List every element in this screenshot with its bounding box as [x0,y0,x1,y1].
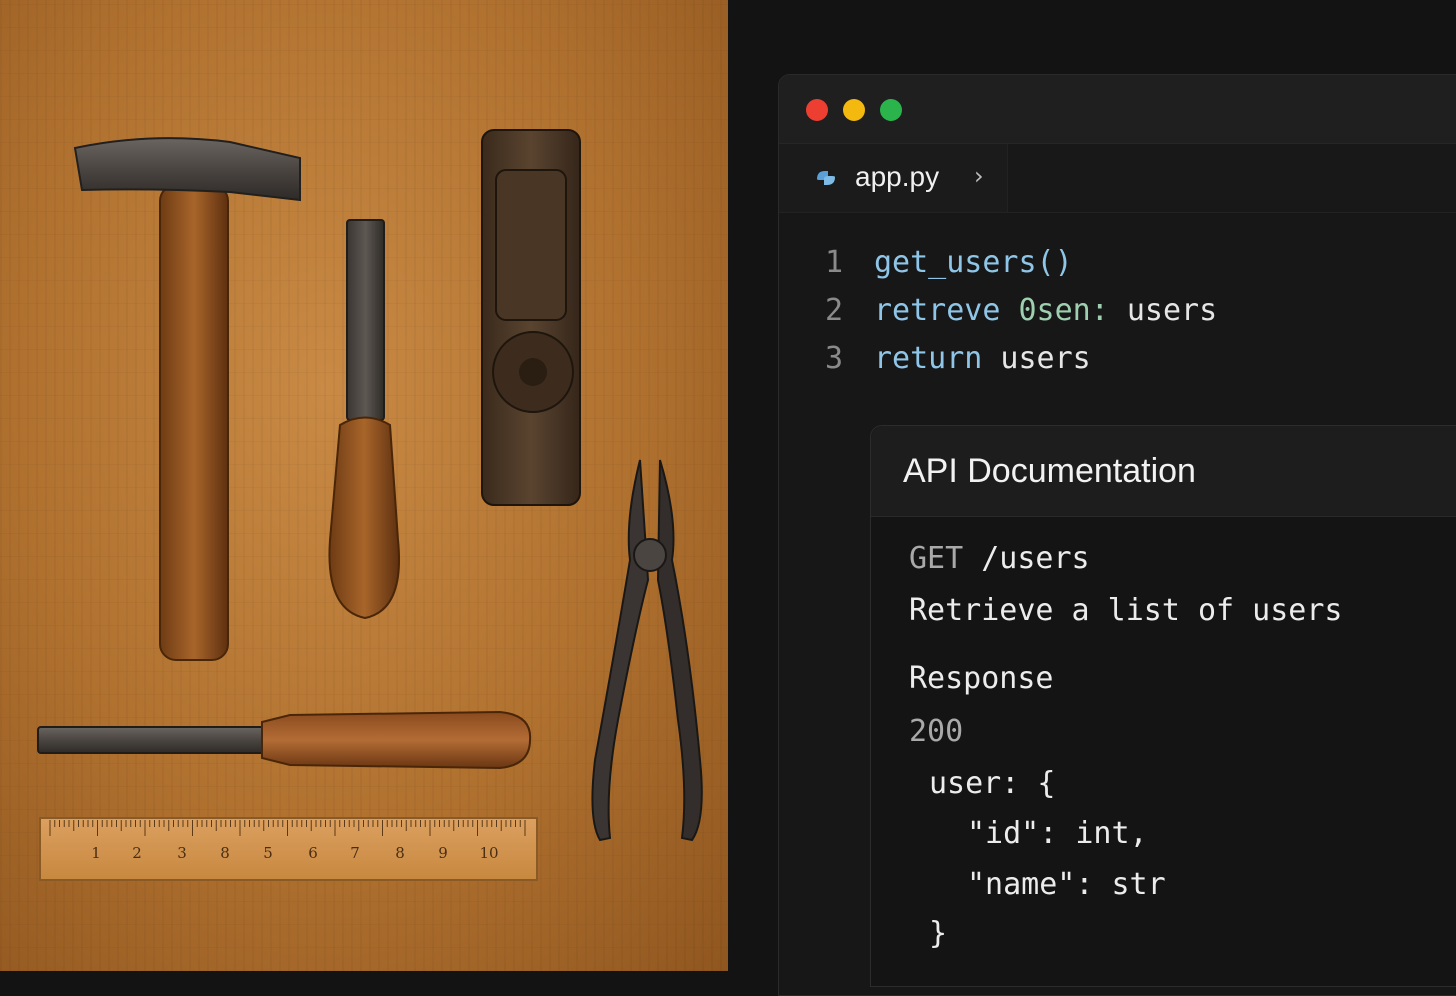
window-titlebar [779,75,1456,144]
endpoint-description: Retrieve a list of users [909,593,1343,628]
line-number: 1 [825,245,844,280]
code-text: retreve 0sen: users [874,293,1217,328]
maximize-window-button[interactable] [880,99,902,121]
ruler-number: 3 [177,844,187,862]
code-token: retreve [874,293,1019,328]
block-plane [481,129,581,506]
code-text: get_users() [874,245,1073,280]
close-window-button[interactable] [806,99,828,121]
response-body-line: "name": str [967,867,1166,902]
response-body-line: } [929,916,948,951]
code-token: get_users() [874,245,1073,280]
tools-illustration: 1 2 3 8 5 6 7 8 9 10 [37,129,703,881]
screwdriver [328,219,400,620]
status-code: 200 [909,714,964,749]
tools-photo: 1 2 3 8 5 6 7 8 9 10 [0,0,728,971]
tab-filename: app.py [855,161,940,192]
ruler-number: 9 [438,844,448,862]
endpoint-line: GET /users [909,541,1090,576]
response-body-line: user: { [929,766,1056,801]
ruler-number: 7 [350,844,360,862]
minimize-window-button[interactable] [843,99,865,121]
ruler-number: 8 [395,844,405,862]
ruler: 1 2 3 8 5 6 7 8 9 10 [39,817,538,881]
ruler-number: 10 [479,844,498,862]
line-number: 3 [825,341,844,376]
ruler-number: 8 [220,844,230,862]
code-token: return [874,341,983,376]
code-token: users [1108,293,1218,328]
hammer [73,137,301,661]
api-documentation-panel: API Documentation GET /users Retrieve a … [870,425,1456,987]
ruler-number: 1 [91,844,101,862]
chisel [37,710,532,770]
response-body-line: "id": int, [967,816,1148,851]
ruler-number: 6 [308,844,318,862]
tab-bar: app.py › [779,144,1456,213]
python-file-icon [817,171,835,185]
doc-panel-header: API Documentation [871,426,1456,517]
code-token: users [982,341,1091,376]
line-number: 2 [825,293,844,328]
pliers [591,459,703,842]
tab-app-py[interactable]: app.py › [779,144,1008,212]
ruler-number: 5 [263,844,273,862]
chevron-right-icon[interactable]: › [974,162,984,190]
doc-panel-title: API Documentation [903,452,1196,490]
code-token: 0sen: [1018,293,1109,328]
http-method: GET [909,541,964,576]
endpoint-path: /users [981,541,1090,576]
code-text: return users [874,341,1091,376]
response-label: Response [909,661,1054,696]
ruler-number: 2 [132,844,142,862]
